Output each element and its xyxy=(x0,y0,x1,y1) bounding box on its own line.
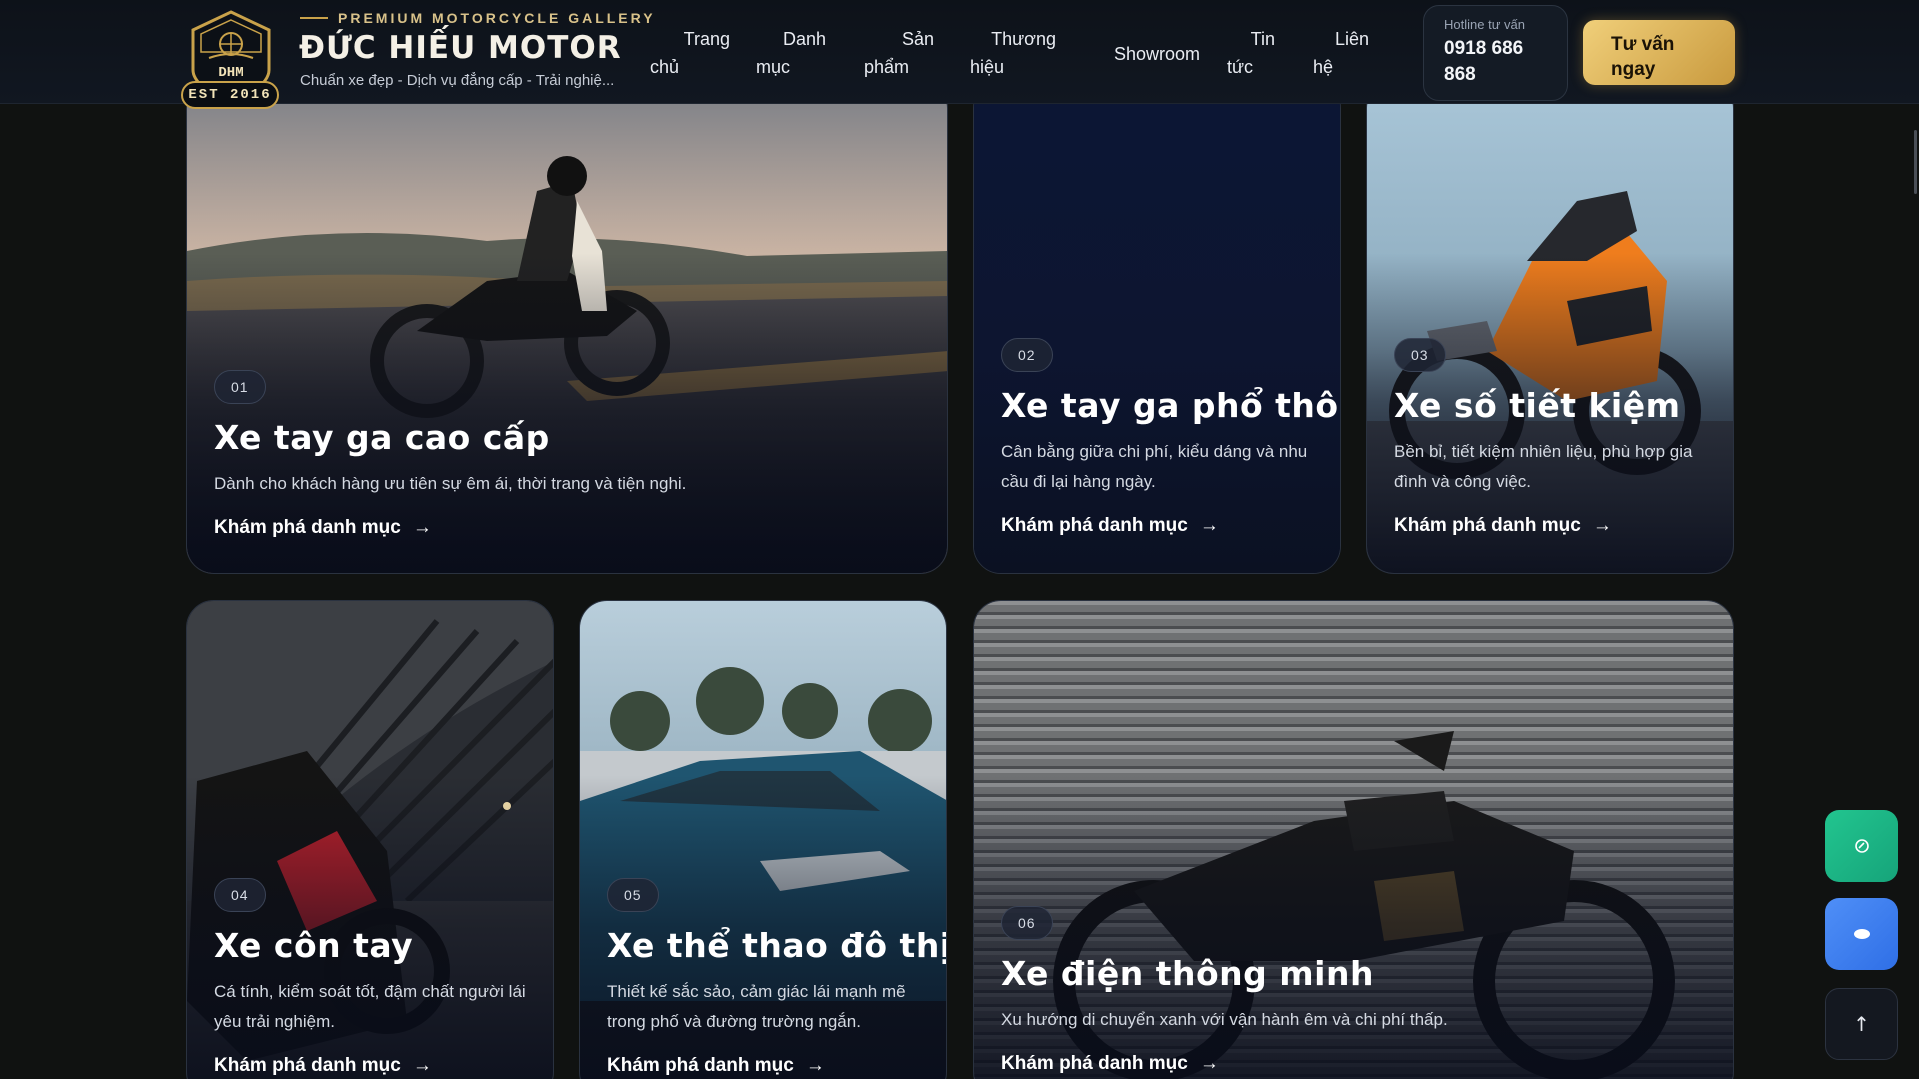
nav-categories-line1: Danh xyxy=(782,29,826,49)
card-content: 04 Xe côn tay Cá tính, kiểm soát tốt, đậ… xyxy=(214,878,531,1077)
category-card-04[interactable]: 04 Xe côn tay Cá tính, kiểm soát tốt, đậ… xyxy=(186,600,554,1079)
nav-home-line1: Trang xyxy=(683,29,730,49)
nav-home-line2: chủ xyxy=(650,57,680,77)
hotline-label: Hotline tư vấn xyxy=(1444,17,1525,32)
explore-link[interactable]: Khám phá danh mục → xyxy=(214,517,925,539)
consult-now-button[interactable]: Tư vấn ngay xyxy=(1583,20,1735,85)
logo-text: DHM xyxy=(218,65,243,81)
nav-categories[interactable]: Danh mục xyxy=(756,25,826,81)
category-card-05[interactable]: 05 Xe thể thao đô thị Thiết kế sắc sảo, … xyxy=(579,600,947,1079)
arrow-right-icon: → xyxy=(412,1055,432,1076)
nav-categories-line2: mục xyxy=(756,57,791,77)
tagline-dash xyxy=(300,17,328,19)
card-content: 01 Xe tay ga cao cấp Dành cho khách hàng… xyxy=(214,370,925,539)
brand-name[interactable]: ĐỨC HIẾU MOTOR xyxy=(299,30,622,66)
arrow-right-icon: → xyxy=(805,1055,825,1076)
card-title[interactable]: Xe thể thao đô thị xyxy=(607,926,946,965)
nav-contact-line1: Liên xyxy=(1334,29,1369,49)
scroll-to-top-button[interactable]: ↑ xyxy=(1825,988,1898,1060)
explore-link-label: Khám phá danh mục xyxy=(1001,1053,1188,1074)
explore-link[interactable]: Khám phá danh mục → xyxy=(1001,515,1318,537)
nav-contact[interactable]: Liên hệ xyxy=(1313,25,1369,81)
nav-home[interactable]: Trang chủ xyxy=(650,25,730,81)
arrow-up-icon: ↑ xyxy=(1853,1012,1870,1036)
category-card-01[interactable]: 01 Xe tay ga cao cấp Dành cho khách hàng… xyxy=(186,80,948,574)
tagline-text: PREMIUM MOTORCYCLE GALLERY xyxy=(338,10,656,26)
card-title[interactable]: Xe số tiết kiệm xyxy=(1394,386,1711,425)
nav-products[interactable]: Sản phẩm xyxy=(864,25,934,81)
card-content: 02 Xe tay ga phổ thông Cân bằng giữa chi… xyxy=(1001,338,1340,537)
nav-showroom[interactable]: Showroom xyxy=(1114,40,1200,68)
card-description: Cá tính, kiểm soát tốt, đậm chất người l… xyxy=(214,982,526,1031)
card-content: 05 Xe thể thao đô thị Thiết kế sắc sảo, … xyxy=(607,878,946,1077)
message-icon xyxy=(1853,929,1870,939)
est-badge: EST 2016 xyxy=(181,81,279,109)
hotline-box[interactable]: Hotline tư vấn 0918 686 868 xyxy=(1423,5,1568,101)
nav-news-line1: Tin xyxy=(1250,29,1275,49)
arrow-right-icon: → xyxy=(1592,515,1612,536)
card-content: 03 Xe số tiết kiệm Bền bỉ, tiết kiệm nhi… xyxy=(1394,338,1711,537)
card-index: 02 xyxy=(1001,338,1053,372)
card-title[interactable]: Xe điện thông minh xyxy=(1001,954,1711,993)
nav-news-line2: tức xyxy=(1227,57,1254,77)
hotline-number[interactable]: 0918 686 868 xyxy=(1444,36,1554,88)
explore-link-label: Khám phá danh mục xyxy=(1001,515,1188,536)
explore-link[interactable]: Khám phá danh mục → xyxy=(607,1055,924,1077)
arrow-right-icon: → xyxy=(1199,515,1219,536)
explore-link-label: Khám phá danh mục xyxy=(214,517,401,538)
nav-brands-line1: Thương xyxy=(991,29,1056,49)
nav-brands-line2: hiệu xyxy=(970,57,1005,77)
explore-link[interactable]: Khám phá danh mục → xyxy=(1394,515,1711,537)
card-description: Cân bằng giữa chi phí, kiểu dáng và nhu … xyxy=(1001,442,1308,491)
category-card-06[interactable]: 06 Xe điện thông minh Xu hướng di chuyển… xyxy=(973,600,1734,1079)
card-index: 04 xyxy=(214,878,266,912)
card-title[interactable]: Xe tay ga phổ thông xyxy=(1001,386,1340,425)
card-content: 06 Xe điện thông minh Xu hướng di chuyển… xyxy=(1001,906,1711,1075)
brand-tagline: PREMIUM MOTORCYCLE GALLERY xyxy=(300,10,656,26)
card-index: 05 xyxy=(607,878,659,912)
explore-link[interactable]: Khám phá danh mục → xyxy=(214,1055,531,1077)
category-card-02[interactable]: 02 Xe tay ga phổ thông Cân bằng giữa chi… xyxy=(973,80,1341,574)
card-index: 01 xyxy=(214,370,266,404)
card-index: 03 xyxy=(1394,338,1446,372)
card-title[interactable]: Xe tay ga cao cấp xyxy=(214,418,925,457)
zalo-chat-button[interactable] xyxy=(1825,810,1898,882)
nav-news[interactable]: Tin tức xyxy=(1227,25,1275,81)
brand-subtitle: Chuẩn xe đẹp - Dịch vụ đẳng cấp - Trải n… xyxy=(300,72,615,89)
nav-products-line2: phẩm xyxy=(864,57,910,77)
card-description: Thiết kế sắc sảo, cảm giác lái mạnh mẽ t… xyxy=(607,982,906,1031)
consult-now-label: Tư vấn ngay xyxy=(1611,33,1675,80)
arrow-right-icon: → xyxy=(412,517,432,538)
nav-contact-line2: hệ xyxy=(1313,57,1334,77)
card-description: Xu hướng di chuyển xanh với vận hành êm … xyxy=(1001,1010,1448,1029)
nav-products-line1: Sản xyxy=(901,29,934,49)
card-description: Bền bỉ, tiết kiệm nhiên liệu, phù hợp gi… xyxy=(1394,442,1693,491)
explore-link-label: Khám phá danh mục xyxy=(607,1055,794,1076)
explore-link-label: Khám phá danh mục xyxy=(214,1055,401,1076)
chat-bubble-icon xyxy=(1854,839,1869,853)
arrow-right-icon: → xyxy=(1199,1053,1219,1074)
nav-brands[interactable]: Thương hiệu xyxy=(970,25,1056,81)
explore-link[interactable]: Khám phá danh mục → xyxy=(1001,1053,1711,1075)
explore-link-label: Khám phá danh mục xyxy=(1394,515,1581,536)
card-description: Dành cho khách hàng ưu tiên sự êm ái, th… xyxy=(214,474,687,493)
nav-showroom-label: Showroom xyxy=(1114,44,1201,64)
messenger-button[interactable] xyxy=(1825,898,1898,970)
card-title[interactable]: Xe côn tay xyxy=(214,926,531,965)
category-card-03[interactable]: 03 Xe số tiết kiệm Bền bỉ, tiết kiệm nhi… xyxy=(1366,80,1734,574)
card-index: 06 xyxy=(1001,906,1053,940)
page-scrollbar[interactable] xyxy=(1914,130,1917,194)
site-header: DHM EST 2016 PREMIUM MOTORCYCLE GALLERY … xyxy=(0,0,1919,109)
